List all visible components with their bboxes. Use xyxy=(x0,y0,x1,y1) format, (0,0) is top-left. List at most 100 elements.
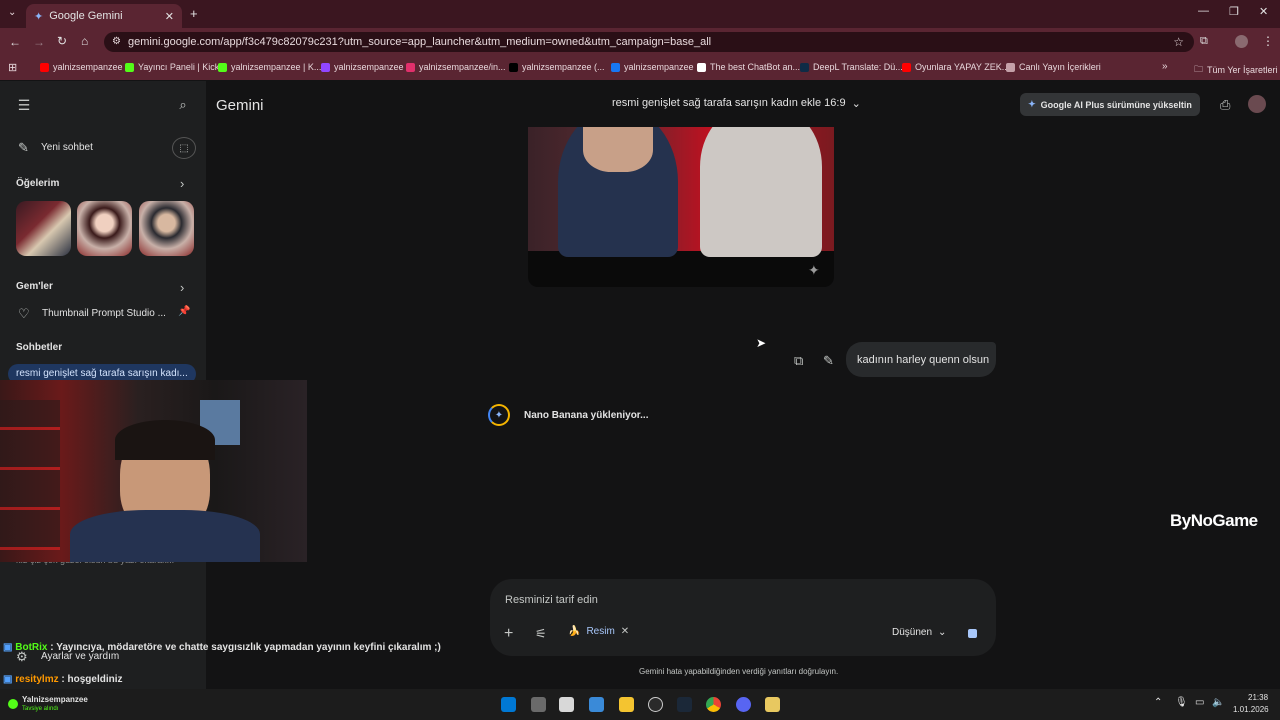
image-chip[interactable]: 🍌 Resim ✕ xyxy=(568,626,629,637)
bookmark-item[interactable]: DeepL Translate: Dü... xyxy=(800,62,903,72)
gemini-tab-icon: ✦ xyxy=(34,10,44,23)
clock-time[interactable]: 21:38 xyxy=(1248,693,1268,702)
active-chat-label: resmi genişlet sağ tarafa sarışın kadı..… xyxy=(16,368,188,379)
bookmark-favicon-icon xyxy=(218,62,227,72)
streamer-name: Yalnizsempanzee xyxy=(22,695,88,704)
chat-title-dropdown[interactable]: resmi genişlet sağ tarafa sarışın kadın … xyxy=(612,97,861,110)
back-icon[interactable]: ← xyxy=(9,35,21,49)
bookmark-item[interactable]: yalnizsempanzee xyxy=(321,62,404,72)
microphone-icon[interactable]: 🎙 xyxy=(1175,697,1188,708)
image-chip-label: Resim xyxy=(586,626,615,637)
my-items-heading[interactable]: Öğelerim xyxy=(16,178,59,189)
chat-user: BotRix xyxy=(15,642,48,653)
discord-icon[interactable] xyxy=(736,697,751,712)
bookmark-favicon-icon xyxy=(697,62,706,72)
apps-grid-icon[interactable]: ⊞ xyxy=(8,61,17,74)
generated-image[interactable]: ✦ xyxy=(528,127,834,287)
upgrade-button[interactable]: ✦ Google AI Plus sürümüne yükseltin xyxy=(1020,93,1200,116)
gemini-logo[interactable]: Gemini xyxy=(216,97,264,114)
bookmark-item[interactable]: yalnizsempanzee/in... xyxy=(406,62,506,72)
network-icon[interactable]: ▭ xyxy=(1195,697,1204,708)
prompt-input[interactable]: Resminizi tarif edin xyxy=(505,594,598,606)
item-thumbnail-1[interactable] xyxy=(16,201,71,256)
mode-selector[interactable]: Düşünen ⌄ xyxy=(892,627,946,638)
browser-toolbar: ← → ↻ ⌂ ⚙ gemini.google.com/app/f3c479c8… xyxy=(0,28,1280,56)
bookmark-item[interactable]: Oyunlara YAPAY ZEK... xyxy=(902,62,1009,72)
all-bookmarks-label: Tüm Yer İşaretleri xyxy=(1207,65,1278,75)
task-view-icon[interactable] xyxy=(531,697,546,712)
bookmark-label: Oyunlara YAPAY ZEK... xyxy=(915,62,1010,72)
windows-start-icon[interactable] xyxy=(501,697,516,712)
bookmark-item[interactable]: yalnizsempanzee (... xyxy=(509,62,605,72)
share-icon[interactable]: ⎙ xyxy=(1220,97,1230,113)
chat-separator: : xyxy=(50,642,54,653)
chat-message-2: ▣ resitylmz : hoşgeldiniz xyxy=(3,674,443,685)
bookmark-favicon-icon xyxy=(321,62,330,72)
bookmark-star-icon[interactable]: ☆ xyxy=(1173,35,1184,49)
menu-dots-icon[interactable]: ⋮ xyxy=(1262,34,1274,48)
tools-icon[interactable]: ⚟ xyxy=(535,626,547,642)
forward-icon[interactable]: → xyxy=(33,35,45,49)
tab-list-chevron-icon[interactable]: ⌄ xyxy=(8,7,16,18)
bookmark-item[interactable]: yalnizsempanzee xyxy=(40,62,123,72)
mode-label: Düşünen xyxy=(892,627,933,638)
media-app-icon[interactable] xyxy=(765,697,780,712)
clock-date[interactable]: 1.01.2026 xyxy=(1233,705,1269,714)
pin-icon[interactable]: 📌 xyxy=(178,306,190,317)
bookmark-item[interactable]: yalnizsempanzee xyxy=(611,62,694,72)
bookmark-item[interactable]: Canlı Yayın İçerikleri xyxy=(1006,62,1101,72)
file-explorer-icon[interactable] xyxy=(619,697,634,712)
disclaimer: Gemini hata yapabildiğinden verdiği yanı… xyxy=(639,667,839,676)
remove-chip-icon[interactable]: ✕ xyxy=(621,626,629,637)
steam-icon[interactable] xyxy=(677,697,692,712)
bynogame-watermark: ByNoGame xyxy=(1170,511,1258,530)
close-window-icon[interactable]: ✕ xyxy=(1259,5,1268,18)
bookmark-label: DeepL Translate: Dü... xyxy=(813,62,903,72)
item-thumbnail-2[interactable] xyxy=(77,201,132,256)
all-bookmarks-folder[interactable]: 🗀 Tüm Yer İşaretleri xyxy=(1194,62,1278,78)
more-bookmarks-icon[interactable]: » xyxy=(1162,61,1168,72)
search-icon[interactable]: ⌕ xyxy=(175,97,191,113)
close-tab-icon[interactable]: ✕ xyxy=(165,10,174,23)
bookmark-item[interactable]: Yayıncı Paneli | Kick xyxy=(125,62,219,72)
address-bar[interactable]: ⚙ gemini.google.com/app/f3c479c82079c231… xyxy=(104,32,1194,52)
chrome-icon[interactable] xyxy=(706,697,721,712)
bookmark-favicon-icon xyxy=(800,62,809,72)
chevron-right-icon[interactable]: › xyxy=(180,280,184,295)
chevron-down-icon: ⌄ xyxy=(938,627,947,638)
copy-icon[interactable]: ⧉ xyxy=(794,353,803,369)
home-icon[interactable]: ⌂ xyxy=(81,34,88,48)
obs-icon[interactable] xyxy=(648,697,663,712)
user-avatar[interactable] xyxy=(1248,95,1266,113)
url-text: gemini.google.com/app/f3c479c82079c231?u… xyxy=(128,36,712,48)
chevron-right-icon[interactable]: › xyxy=(180,176,184,191)
volume-icon[interactable]: 🔈 xyxy=(1212,697,1224,708)
photos-icon[interactable] xyxy=(589,697,604,712)
add-icon[interactable]: + xyxy=(504,625,513,643)
tray-chevron-icon[interactable]: ⌃ xyxy=(1154,697,1162,708)
gems-heading[interactable]: Gem'ler xyxy=(16,281,53,292)
site-info-icon[interactable]: ⚙ xyxy=(112,36,121,47)
folder-icon: 🗀 xyxy=(1194,64,1204,74)
bookmark-item[interactable]: yalnizsempanzee | K... xyxy=(218,62,321,72)
bookmark-item[interactable]: The best ChatBot an... xyxy=(697,62,800,72)
item-thumbnail-3[interactable] xyxy=(139,201,194,256)
chat-message-1: ▣ BotRix : Yayıncıya, mödaretöre ve chat… xyxy=(3,640,443,655)
profile-avatar[interactable] xyxy=(1235,35,1248,48)
app-icon[interactable] xyxy=(559,697,574,712)
reload-icon[interactable]: ↻ xyxy=(57,34,67,48)
temporary-chat-icon[interactable]: ⬚ xyxy=(172,137,196,159)
restore-icon[interactable]: ❐ xyxy=(1229,5,1239,18)
edit-icon[interactable]: ✎ xyxy=(823,353,834,369)
new-tab-button[interactable]: + xyxy=(190,6,198,21)
hamburger-menu-icon[interactable]: ☰ xyxy=(16,97,32,113)
new-chat-button[interactable]: ✎ Yeni sohbet xyxy=(8,137,168,159)
extensions-icon[interactable]: ⧉ xyxy=(1200,35,1208,48)
tab-google-gemini[interactable]: ✦ Google Gemini ✕ xyxy=(26,4,182,28)
stop-icon[interactable] xyxy=(968,629,977,638)
chat-text: Yayıncıya, mödaretöre ve chatte saygısız… xyxy=(56,642,441,653)
gem-item[interactable]: ♡ Thumbnail Prompt Studio ... 📌 xyxy=(8,304,198,324)
minimize-icon[interactable]: — xyxy=(1198,5,1209,17)
upgrade-label: Google AI Plus sürümüne yükseltin xyxy=(1040,99,1192,110)
stream-status-icon xyxy=(8,699,18,709)
